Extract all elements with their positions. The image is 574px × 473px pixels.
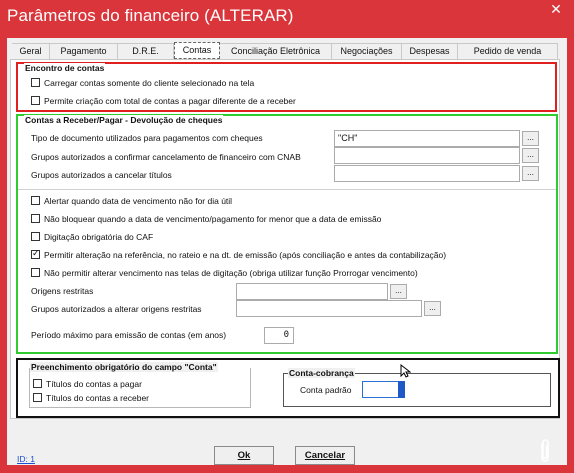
checkbox-label: Títulos do contas a receber	[46, 393, 150, 403]
grupos-cancelar-titulos-field[interactable]	[334, 165, 520, 182]
checkbox-box[interactable]	[31, 232, 40, 241]
conta-padrao-field[interactable]	[362, 381, 400, 398]
periodo-maximo-field[interactable]: 0	[264, 327, 294, 344]
tab-pagamento[interactable]: Pagamento	[50, 43, 118, 59]
tab-geral[interactable]: Geral	[12, 43, 50, 59]
carregar-contas-checkbox[interactable]: Carregar contas somente do cliente selec…	[31, 77, 254, 90]
periodo-maximo-label: Período máximo para emissão de contas (e…	[31, 330, 227, 340]
close-button[interactable]: ✕	[538, 0, 574, 20]
checkbox-box[interactable]	[31, 248, 40, 260]
tab-negociacoes[interactable]: Negociações	[332, 43, 402, 59]
checkbox-label: Digitação obrigatória do CAF	[44, 232, 154, 242]
grupos-cancelar-titulos-label: Grupos autorizados a cancelar títulos	[31, 170, 172, 180]
checkbox-box[interactable]	[31, 96, 40, 105]
origens-restritas-lookup-button[interactable]: ...	[390, 284, 407, 299]
checkbox-box[interactable]	[31, 214, 40, 223]
checkbox-label: Alertar quando data de vencimento não fo…	[44, 196, 233, 206]
digitacao-caf-checkbox[interactable]: Digitação obrigatória do CAF	[31, 231, 153, 244]
conta-padrao-label: Conta padrão	[300, 385, 352, 395]
grupos-origens-restritas-field[interactable]	[236, 300, 422, 317]
window-title: Parâmetros do financeiro (ALTERAR)	[7, 6, 294, 25]
permitir-alteracao-referencia-checkbox[interactable]: Permitir alteração na referência, no rat…	[31, 248, 447, 262]
origens-restritas-field[interactable]	[236, 283, 388, 300]
checkbox-box[interactable]	[33, 379, 42, 388]
grupos-cancelamento-cnab-lookup-button[interactable]: ...	[522, 148, 539, 163]
permite-criacao-checkbox[interactable]: Permite criação com total de contas a pa…	[31, 95, 296, 108]
checkbox-box[interactable]	[31, 196, 40, 205]
titulos-receber-checkbox[interactable]: Títulos do contas a receber	[33, 392, 149, 405]
checkbox-label: Não permitir alterar vencimento nas tela…	[44, 268, 418, 278]
grupos-cancelamento-cnab-label: Grupos autorizados a confirmar cancelame…	[31, 152, 301, 162]
checkbox-label: Permite criação com total de contas a pa…	[44, 96, 296, 106]
grupos-origens-restritas-lookup-button[interactable]: ...	[424, 301, 441, 316]
contas-receber-pagar-title: Contas a Receber/Pagar - Devolução de ch…	[24, 115, 224, 125]
title-bar: Parâmetros do financeiro (ALTERAR) ✕	[0, 0, 574, 38]
alertar-dia-util-checkbox[interactable]: Alertar quando data de vencimento não fo…	[31, 195, 232, 208]
titulos-pagar-checkbox[interactable]: Títulos do contas a pagar	[33, 378, 142, 391]
checkbox-label: Títulos do contas a pagar	[46, 379, 142, 389]
tab-pedido-de-venda[interactable]: Pedido de venda	[458, 43, 558, 59]
ok-button[interactable]: Ok	[214, 446, 274, 465]
cancel-button[interactable]: Cancelar	[295, 446, 355, 465]
checkbox-label: Não bloquear quando a data de vencimento…	[44, 214, 382, 224]
tipo-documento-field[interactable]: "CH"	[334, 130, 520, 147]
checkbox-label: Carregar contas somente do cliente selec…	[44, 78, 255, 88]
paperclip-icon[interactable]	[538, 438, 552, 464]
grupos-cancelar-titulos-lookup-button[interactable]: ...	[522, 166, 539, 181]
conta-cobranca-title: Conta-cobrança	[288, 368, 355, 378]
tipo-documento-lookup-button[interactable]: ...	[522, 131, 539, 146]
mouse-pointer-icon	[400, 364, 411, 378]
grupos-cancelamento-cnab-field[interactable]	[334, 147, 520, 164]
nao-bloquear-vencimento-checkbox[interactable]: Não bloquear quando a data de vencimento…	[31, 213, 381, 226]
grupos-origens-restritas-label: Grupos autorizados a alterar origens res…	[31, 304, 202, 314]
checkbox-box[interactable]	[31, 78, 40, 87]
encontro-de-contas-title: Encontro de contas	[24, 63, 106, 73]
text-cursor-selection	[398, 381, 405, 398]
tab-despesas[interactable]: Despesas	[402, 43, 458, 59]
checkbox-box[interactable]	[31, 268, 40, 277]
tab-dre[interactable]: D.R.E.	[118, 43, 174, 59]
origens-restritas-label: Origens restritas	[31, 286, 94, 296]
section-divider	[18, 189, 556, 190]
record-id-link[interactable]: ID: 1	[17, 454, 35, 464]
tipo-documento-label: Tipo de documento utilizados para pagame…	[31, 133, 263, 143]
tab-contas[interactable]: Contas	[174, 42, 220, 59]
tab-conciliacao-eletronica[interactable]: Conciliação Eletrônica	[220, 43, 332, 59]
nao-permitir-alterar-vencimento-checkbox[interactable]: Não permitir alterar vencimento nas tela…	[31, 267, 418, 280]
checkbox-box[interactable]	[33, 393, 42, 402]
checkbox-label: Permitir alteração na referência, no rat…	[44, 250, 447, 260]
